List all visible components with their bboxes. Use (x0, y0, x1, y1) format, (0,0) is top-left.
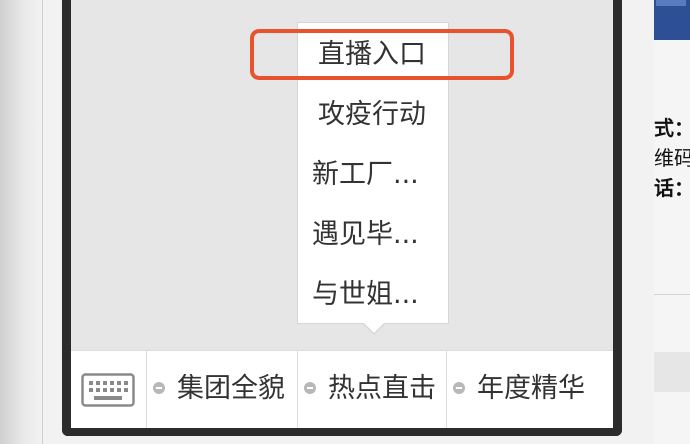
menu-dot-icon (153, 381, 165, 394)
submenu-arrow (364, 323, 384, 333)
submenu-item-epidemic-action[interactable]: 攻疫行动 (298, 85, 448, 145)
keyboard-icon (81, 373, 135, 407)
background-text-line3: 话： (654, 176, 690, 200)
menu-dot-icon (304, 381, 316, 394)
background-divider (654, 294, 690, 295)
device-frame-left (0, 0, 42, 444)
highlight-box (250, 29, 514, 80)
background-banner (654, 0, 690, 40)
menu-button-label: 集团全貌 (177, 373, 285, 404)
menu-button-hot-topics[interactable]: 热点直击 (298, 351, 447, 428)
submenu-item-with-world[interactable]: 与世姐... (298, 265, 448, 325)
menu-dot-icon (453, 381, 465, 394)
bottom-menu-bar: 集团全貌 热点直击 年度精华 (71, 350, 613, 428)
background-text-line2: 维码 (654, 146, 690, 170)
menu-button-label: 热点直击 (328, 373, 436, 404)
background-text-line1: 式： (654, 116, 690, 140)
background-page: 式： 维码 话： (654, 0, 690, 444)
submenu-item-meet-graduates[interactable]: 遇见毕... (298, 205, 448, 265)
menu-button-group-overview[interactable]: 集团全貌 (147, 351, 298, 428)
menu-button-annual-highlights[interactable]: 年度精华 (447, 351, 613, 428)
keyboard-toggle-button[interactable] (71, 351, 147, 428)
menu-button-label: 年度精华 (477, 373, 585, 404)
submenu-item-new-factory[interactable]: 新工厂... (298, 145, 448, 205)
background-strip (654, 352, 690, 392)
